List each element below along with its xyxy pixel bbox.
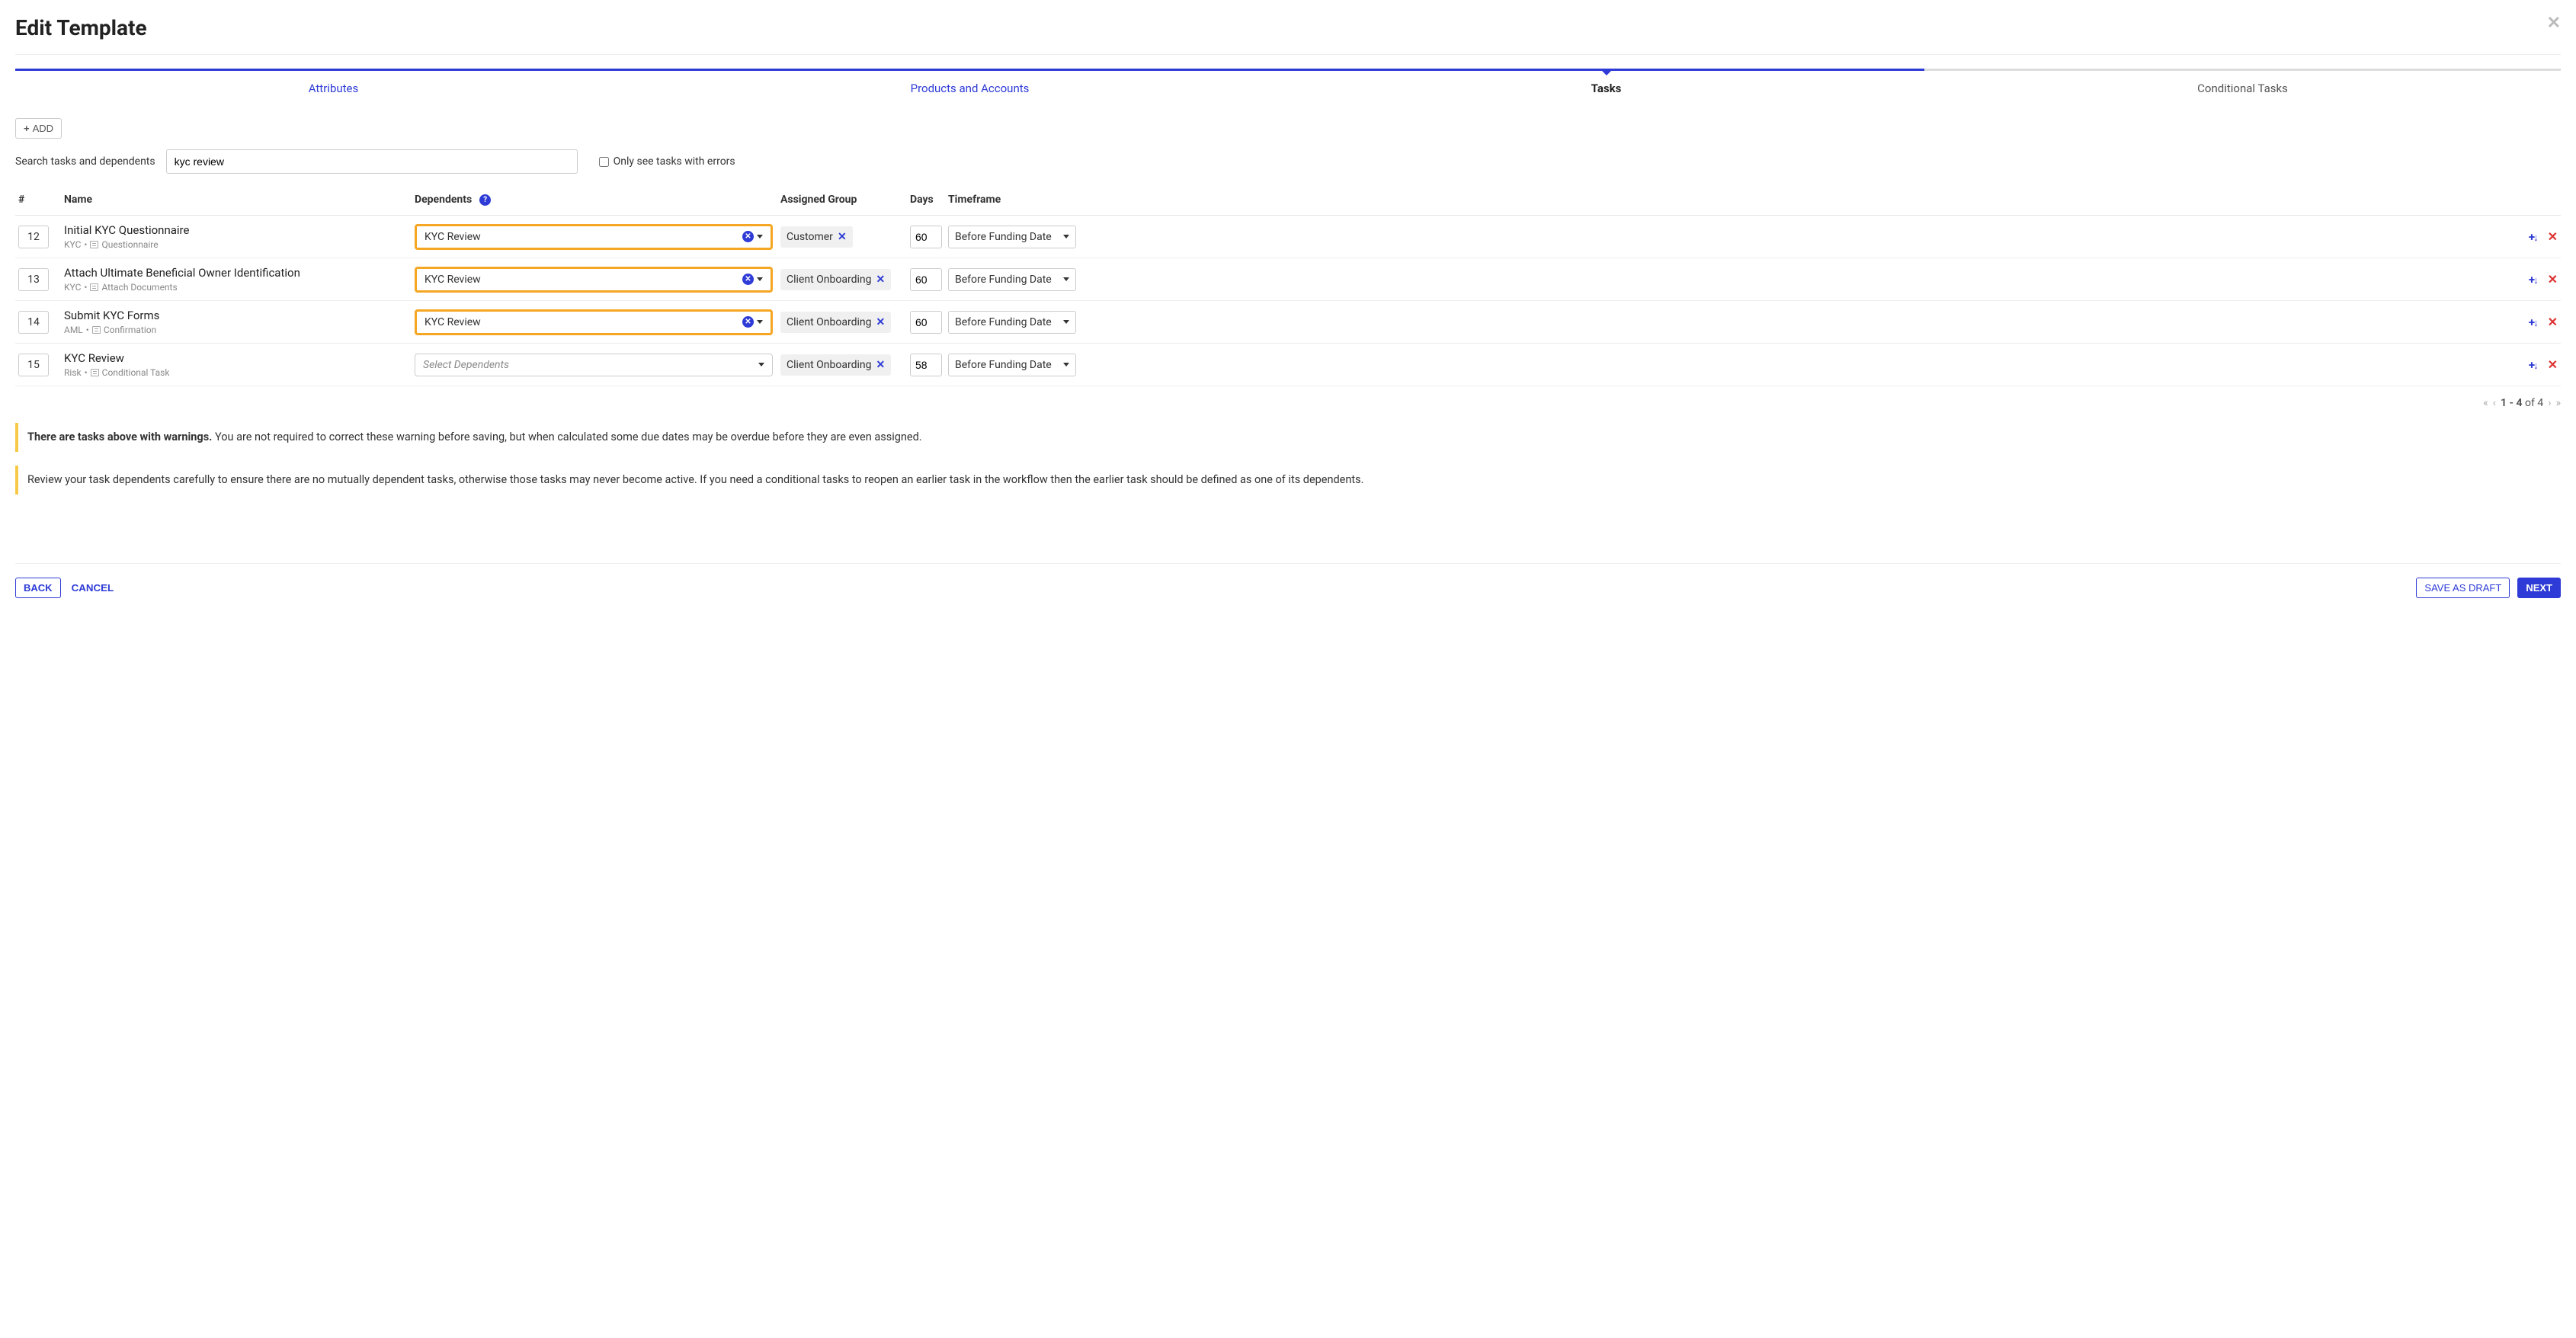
- page-title: Edit Template: [15, 15, 147, 40]
- task-name: KYC Review: [64, 351, 407, 365]
- page-prev-icon[interactable]: ‹: [2493, 397, 2496, 409]
- remove-row-button[interactable]: ✕: [2548, 315, 2558, 329]
- close-icon[interactable]: ✕: [2547, 15, 2561, 32]
- col-days-header: Days: [910, 194, 948, 206]
- chevron-down-icon[interactable]: [757, 277, 763, 281]
- days-input[interactable]: [910, 311, 942, 334]
- timeframe-select[interactable]: Before Funding Date: [948, 268, 1076, 291]
- tab-products-and-accounts[interactable]: Products and Accounts: [652, 69, 1288, 106]
- row-number[interactable]: 13: [18, 268, 49, 291]
- insert-row-button[interactable]: +: [2529, 273, 2539, 286]
- help-icon[interactable]: ?: [479, 194, 491, 206]
- col-name-header: Name: [64, 194, 415, 206]
- page-next-icon[interactable]: ›: [2548, 397, 2551, 409]
- chevron-down-icon: [1063, 235, 1069, 238]
- task-meta: Risk • Conditional Task: [64, 367, 407, 378]
- table-row: 14 Submit KYC Forms AML • Confirmation K…: [15, 301, 2561, 344]
- row-number[interactable]: 14: [18, 311, 49, 334]
- task-name: Attach Ultimate Beneficial Owner Identif…: [64, 266, 407, 280]
- tab-conditional-tasks[interactable]: Conditional Tasks: [1924, 69, 2561, 106]
- table-row: 12 Initial KYC Questionnaire KYC • Quest…: [15, 216, 2561, 258]
- table-row: 13 Attach Ultimate Beneficial Owner Iden…: [15, 258, 2561, 301]
- insert-row-button[interactable]: +: [2529, 315, 2539, 329]
- errors-only-checkbox[interactable]: Only see tasks with errors: [599, 155, 735, 168]
- timeframe-select[interactable]: Before Funding Date: [948, 354, 1076, 376]
- table-row: 15 KYC Review Risk • Conditional Task Se…: [15, 344, 2561, 386]
- dependents-field[interactable]: KYC Review ✕: [415, 309, 773, 335]
- tab-tasks[interactable]: Tasks: [1288, 69, 1924, 106]
- assigned-group-tag[interactable]: Client Onboarding ✕: [780, 269, 891, 290]
- chevron-down-icon[interactable]: [758, 363, 764, 367]
- cancel-button[interactable]: CANCEL: [72, 582, 114, 594]
- task-name: Initial KYC Questionnaire: [64, 223, 407, 237]
- days-input[interactable]: [910, 268, 942, 291]
- task-meta: KYC • Questionnaire: [64, 239, 407, 250]
- pagination: « ‹ 1 - 4 of 4 › »: [15, 397, 2561, 409]
- chevron-down-icon: [1063, 363, 1069, 367]
- save-as-draft-button[interactable]: SAVE AS DRAFT: [2416, 578, 2510, 598]
- assigned-group-tag[interactable]: Client Onboarding ✕: [780, 354, 891, 376]
- task-type-icon: [90, 241, 98, 248]
- search-label: Search tasks and dependents: [15, 155, 155, 168]
- dependents-field[interactable]: KYC Review ✕: [415, 267, 773, 293]
- remove-group-icon[interactable]: ✕: [876, 274, 885, 286]
- add-button[interactable]: +ADD: [15, 118, 62, 139]
- arrow-down-icon: [2535, 273, 2539, 286]
- errors-only-checkbox-input[interactable]: [599, 157, 609, 167]
- warning-banner: Review your task dependents carefully to…: [15, 466, 2561, 495]
- page-first-icon[interactable]: «: [2483, 397, 2488, 409]
- clear-dependent-icon[interactable]: ✕: [742, 231, 754, 242]
- insert-row-button[interactable]: +: [2529, 230, 2539, 244]
- col-dependents-header: Dependents ?: [415, 194, 780, 206]
- search-input[interactable]: [166, 149, 578, 174]
- col-num-header: #: [18, 194, 64, 206]
- insert-row-button[interactable]: +: [2529, 358, 2539, 372]
- task-type-icon: [91, 369, 99, 376]
- dependents-field[interactable]: KYC Review ✕: [415, 224, 773, 250]
- chevron-down-icon[interactable]: [757, 320, 763, 324]
- col-timeframe-header: Timeframe: [948, 194, 1085, 206]
- next-button[interactable]: NEXT: [2517, 578, 2561, 598]
- wizard-tabs: AttributesProducts and AccountsTasksCond…: [15, 69, 2561, 106]
- timeframe-select[interactable]: Before Funding Date: [948, 311, 1076, 334]
- task-type-icon: [92, 326, 101, 334]
- remove-row-button[interactable]: ✕: [2548, 272, 2558, 286]
- arrow-down-icon: [2535, 230, 2539, 244]
- remove-group-icon[interactable]: ✕: [876, 316, 885, 328]
- days-input[interactable]: [910, 354, 942, 376]
- dependents-field[interactable]: Select Dependents: [415, 354, 773, 376]
- task-name: Submit KYC Forms: [64, 309, 407, 322]
- chevron-down-icon: [1063, 277, 1069, 281]
- back-button[interactable]: BACK: [15, 578, 61, 598]
- clear-dependent-icon[interactable]: ✕: [742, 274, 754, 285]
- page-last-icon[interactable]: »: [2555, 397, 2561, 409]
- task-meta: AML • Confirmation: [64, 325, 407, 335]
- warning-banner: There are tasks above with warnings. You…: [15, 423, 2561, 452]
- remove-group-icon[interactable]: ✕: [876, 359, 885, 371]
- tab-attributes[interactable]: Attributes: [15, 69, 652, 106]
- clear-dependent-icon[interactable]: ✕: [742, 316, 754, 328]
- timeframe-select[interactable]: Before Funding Date: [948, 226, 1076, 248]
- assigned-group-tag[interactable]: Client Onboarding ✕: [780, 312, 891, 333]
- row-number[interactable]: 15: [18, 354, 49, 376]
- row-number[interactable]: 12: [18, 226, 49, 248]
- days-input[interactable]: [910, 226, 942, 248]
- arrow-down-icon: [2535, 315, 2539, 329]
- chevron-down-icon: [1063, 320, 1069, 324]
- remove-row-button[interactable]: ✕: [2548, 229, 2558, 244]
- arrow-down-icon: [2535, 358, 2539, 372]
- task-meta: KYC • Attach Documents: [64, 282, 407, 293]
- assigned-group-tag[interactable]: Customer ✕: [780, 226, 853, 248]
- task-type-icon: [90, 283, 98, 291]
- remove-group-icon[interactable]: ✕: [838, 231, 847, 243]
- col-group-header: Assigned Group: [780, 194, 910, 206]
- remove-row-button[interactable]: ✕: [2548, 357, 2558, 372]
- chevron-down-icon[interactable]: [757, 235, 763, 238]
